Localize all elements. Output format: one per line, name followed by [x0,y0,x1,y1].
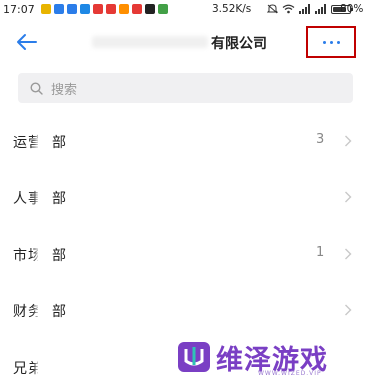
notification-icon [54,4,64,14]
notification-icon [80,4,90,14]
chevron-right-icon [345,248,352,260]
notification-icon [119,4,129,14]
department-name-suffix: 部 [52,135,66,151]
department-name-suffix: 部 [52,304,66,320]
notification-icon [132,4,142,14]
notification-icon [93,4,103,14]
status-bar: 17:07 3.52K/s 80% [0,0,365,20]
wifi-icon [282,4,295,14]
signal-icon [299,4,310,14]
list-item[interactable]: 人事 部 [0,176,365,220]
list-item[interactable]: 市场 部 1 [0,233,365,277]
more-button[interactable] [306,26,356,58]
chevron-right-icon [345,304,352,316]
watermark-url: WWW.WIZED.VIP [258,370,322,377]
department-name-suffix: 部 [52,248,66,264]
title-redacted [92,36,208,48]
notification-icon [67,4,77,14]
battery-percent: 80% [340,3,364,15]
search-icon [30,81,43,95]
status-time: 17:07 [3,3,35,16]
network-speed: 3.52K/s [212,3,252,15]
title-bar: 有限公司 [0,22,365,62]
notification-icon [106,4,116,14]
department-name-suffix: 部 [52,191,66,207]
notification-icons [41,4,168,14]
search-input[interactable]: 搜索 [18,73,353,103]
page-title: 有限公司 [211,36,267,52]
arrow-left-icon [17,34,37,50]
chevron-right-icon [345,135,352,147]
list-item[interactable]: 运营 部 3 [0,120,365,164]
list-item[interactable]: 财务 部 [0,289,365,333]
member-count: 3 [316,132,325,147]
search-placeholder: 搜索 [51,82,78,98]
mute-icon [267,4,278,14]
notification-icon [41,4,51,14]
back-button[interactable] [14,30,40,54]
notification-icon [145,4,155,14]
watermark-logo-icon [178,342,210,372]
contacts-screen: 17:07 3.52K/s 80% 有限公司 搜索 运营 部 3 人事 部 市场… [0,0,365,385]
chevron-right-icon [345,191,352,203]
signal-icon-2 [315,4,326,14]
status-icons [267,4,353,14]
member-count: 1 [316,245,325,260]
more-dots-icon [322,40,340,44]
watermark: 维泽游戏 WWW.WIZED.VIP [176,336,356,382]
notification-icon [158,4,168,14]
